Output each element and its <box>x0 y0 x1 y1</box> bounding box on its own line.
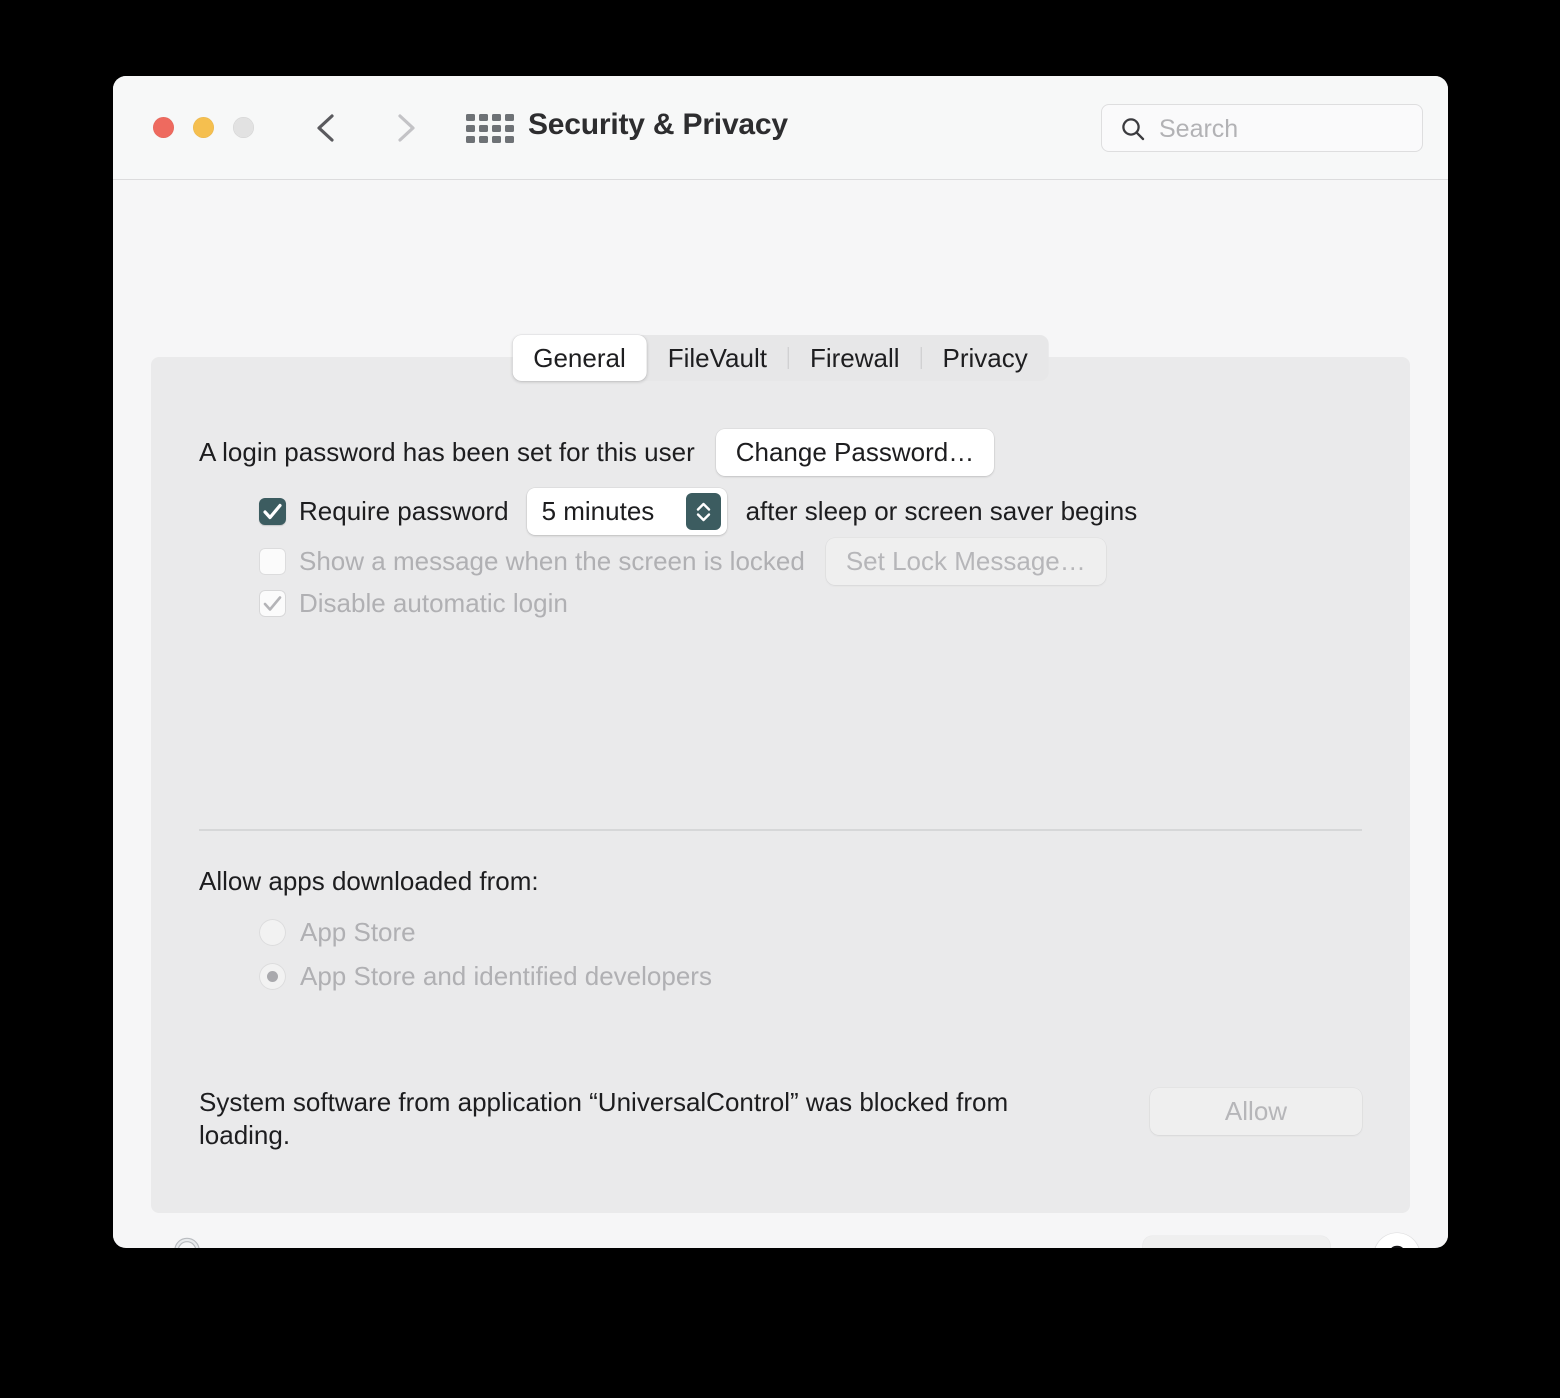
close-window-button[interactable] <box>153 117 174 138</box>
disable-auto-login-checkbox[interactable] <box>259 590 286 617</box>
tab-filevault-label: FileVault <box>667 342 767 373</box>
tab-firewall[interactable]: Firewall <box>789 335 921 381</box>
disable-auto-login-label: Disable automatic login <box>299 588 568 618</box>
change-password-button[interactable]: Change Password… <box>715 429 995 476</box>
radio-app-store-and-identified-developers[interactable] <box>259 963 286 990</box>
search-field[interactable] <box>1101 104 1423 153</box>
general-settings-panel: A login password has been set for this u… <box>151 357 1410 1213</box>
zoom-window-button[interactable] <box>233 117 254 138</box>
checkmark-icon <box>263 503 282 520</box>
allow-apps-heading: Allow apps downloaded from: <box>199 866 539 897</box>
chevron-up-down-icon <box>696 502 710 521</box>
radio-app-store[interactable] <box>259 919 286 946</box>
require-password-checkbox[interactable] <box>259 498 286 525</box>
section-divider <box>199 829 1362 831</box>
tab-privacy[interactable]: Privacy <box>922 335 1049 381</box>
allow-apps-option-appstore[interactable]: App Store <box>259 917 416 948</box>
tab-firewall-label: Firewall <box>809 342 900 373</box>
require-password-label: Require password <box>299 496 509 526</box>
tab-bar: General FileVault Firewall Privacy <box>512 335 1049 381</box>
tab-filevault[interactable]: FileVault <box>647 335 788 381</box>
forward-button[interactable] <box>388 109 422 147</box>
chevron-left-icon <box>317 114 334 142</box>
minimize-window-button[interactable] <box>193 117 214 138</box>
search-input[interactable] <box>1157 105 1412 153</box>
window-content: General FileVault Firewall Privacy A log… <box>113 180 1448 1248</box>
search-icon <box>1122 118 1145 141</box>
advanced-button[interactable]: Advanced… <box>1143 1236 1330 1248</box>
login-password-status: A login password has been set for this u… <box>199 437 695 467</box>
show-lock-message-checkbox[interactable] <box>259 548 286 575</box>
disable-auto-login-row: Disable automatic login <box>259 588 568 619</box>
closed-padlock-icon[interactable] <box>161 1233 213 1248</box>
checkmark-icon <box>263 596 282 611</box>
require-password-delay-value: 5 minutes <box>541 496 655 526</box>
show-lock-message-row: Show a message when the screen is locked… <box>259 538 1106 585</box>
window-toolbar: Security & Privacy <box>113 76 1448 180</box>
allow-blocked-software-button[interactable]: Allow <box>1150 1088 1362 1135</box>
tab-privacy-label: Privacy <box>942 342 1028 373</box>
login-password-row: A login password has been set for this u… <box>199 429 995 476</box>
require-password-suffix: after sleep or screen saver begins <box>745 496 1138 526</box>
tab-general-label: General <box>533 342 626 373</box>
require-password-delay-popup[interactable]: 5 minutes <box>526 488 727 535</box>
lock-hint-text: Click the lock to make changes. <box>228 1245 594 1248</box>
stepper-chevrons-icon[interactable] <box>685 493 721 530</box>
require-password-row: Require password 5 minutes after sleep o… <box>259 488 1137 535</box>
back-button[interactable] <box>310 109 344 147</box>
radio-app-store-label: App Store <box>300 917 416 947</box>
radio-app-store-and-identified-developers-label: App Store and identified developers <box>300 961 712 991</box>
help-button[interactable]: ? <box>1374 1233 1420 1248</box>
allow-apps-option-identified[interactable]: App Store and identified developers <box>259 961 712 992</box>
chevron-right-icon <box>398 114 415 142</box>
page-title: Security & Privacy <box>528 108 788 141</box>
set-lock-message-button[interactable]: Set Lock Message… <box>825 538 1106 585</box>
security-privacy-window: Security & Privacy General FileVault Fir… <box>113 76 1448 1248</box>
allow-apps-title: Allow apps downloaded from: <box>199 866 539 896</box>
show-lock-message-label: Show a message when the screen is locked <box>299 546 805 576</box>
blocked-software-message: System software from application “Univer… <box>199 1087 1009 1151</box>
show-all-grid-icon[interactable] <box>466 114 514 143</box>
tab-general[interactable]: General <box>512 335 647 381</box>
